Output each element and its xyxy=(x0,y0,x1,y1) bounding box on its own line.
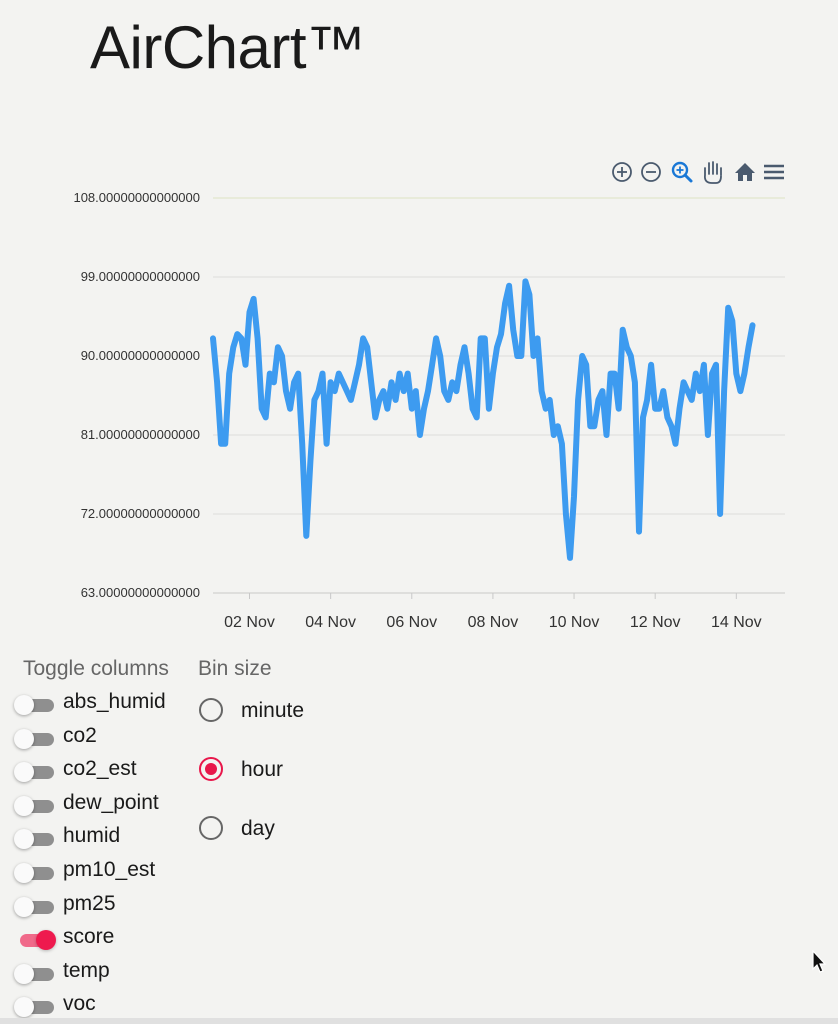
toggle-label: pm10_est xyxy=(63,858,156,881)
toggle-label: humid xyxy=(63,824,121,848)
toggle-switch-abs_humid[interactable] xyxy=(14,695,56,715)
toggle-row-pm25[interactable]: pm25 xyxy=(0,890,190,920)
toggle-thumb xyxy=(14,695,34,715)
radio-button[interactable] xyxy=(199,698,223,722)
toggle-label: score xyxy=(63,925,115,949)
x-tick-label: 04 Nov xyxy=(305,614,356,631)
toggle-label: pm25 xyxy=(63,891,116,915)
toggle-thumb xyxy=(36,930,56,951)
radio-label: minute xyxy=(241,699,305,722)
y-tick-label: 99.00000000000000 xyxy=(81,269,200,284)
toggle-thumb xyxy=(14,997,34,1018)
toggle-row-co2_est[interactable]: co2_est xyxy=(0,755,190,785)
radio-option-hour[interactable]: hour xyxy=(198,753,378,787)
toggle-switch-dew_point[interactable] xyxy=(14,795,56,816)
toggle-thumb xyxy=(14,762,34,783)
x-tick-label: 12 Nov xyxy=(630,614,681,631)
pan-hand-icon[interactable] xyxy=(703,161,722,184)
mouse-pointer-icon xyxy=(812,950,827,973)
toggle-label: dew_point xyxy=(63,790,159,814)
line-chart[interactable]: 108.00000000000000 99.00000000000000 90.00… xyxy=(0,150,838,640)
toggle-switch-voc[interactable] xyxy=(14,997,56,1018)
x-tick-label: 06 Nov xyxy=(386,614,437,631)
selection-zoom-icon[interactable] xyxy=(671,161,693,183)
toggle-row-pm10_est[interactable]: pm10_est xyxy=(0,856,190,886)
toggle-thumb xyxy=(14,829,34,850)
toggle-row-temp[interactable]: temp xyxy=(0,957,190,987)
radio-button[interactable] xyxy=(199,757,223,781)
x-tick-label: 14 Nov xyxy=(711,614,762,631)
toggle-row-co2[interactable]: co2 xyxy=(0,722,190,752)
radio-label: hour xyxy=(241,758,284,781)
toggle-label: co2 xyxy=(63,723,97,747)
toggle-label: temp xyxy=(63,958,110,982)
x-tick-label: 02 Nov xyxy=(224,614,275,631)
y-tick-label: 81.00000000000000 xyxy=(81,427,200,442)
x-tick-label: 08 Nov xyxy=(468,614,519,631)
series-line-score xyxy=(210,278,756,561)
toggle-switch-score[interactable] xyxy=(14,930,56,951)
y-tick-label: 72.00000000000000 xyxy=(81,506,200,521)
y-tick-label: 90.00000000000000 xyxy=(81,348,200,363)
toggle-row-humid[interactable]: humid xyxy=(0,822,190,852)
x-axis: 02 Nov 04 Nov 06 Nov 08 Nov 10 Nov 12 Nov 14 N… xyxy=(224,593,762,631)
toggle-thumb xyxy=(14,963,34,984)
zoom-out-icon[interactable] xyxy=(641,162,661,182)
x-tick-label: 10 Nov xyxy=(549,614,600,631)
toggle-label: co2_est xyxy=(63,757,137,781)
toggle-label: abs_humid xyxy=(63,690,166,713)
toggle-row-abs_humid[interactable]: abs_humid xyxy=(0,688,190,718)
menu-icon[interactable] xyxy=(764,164,784,180)
toggle-switch-temp[interactable] xyxy=(14,963,56,984)
y-axis: 108.00000000000000 99.00000000000000 90.00… xyxy=(73,190,200,600)
horizontal-scrollbar[interactable] xyxy=(0,1018,838,1024)
radio-option-minute[interactable]: minute xyxy=(198,694,378,728)
y-tick-label: 108.00000000000000 xyxy=(73,190,200,205)
radio-button[interactable] xyxy=(199,816,223,840)
toggle-switch-pm25[interactable] xyxy=(14,896,56,917)
toggle-thumb xyxy=(14,896,34,917)
toggle-thumb xyxy=(14,728,34,749)
radio-label: day xyxy=(241,817,275,840)
bin-size-header: Bin size xyxy=(198,657,272,680)
toggle-thumb xyxy=(14,795,34,816)
toggle-switch-pm10_est[interactable] xyxy=(14,863,56,883)
toggle-switch-co2[interactable] xyxy=(14,728,56,749)
toggle-thumb xyxy=(14,863,34,883)
zoom-in-icon[interactable] xyxy=(612,162,632,182)
radio-option-day[interactable]: day xyxy=(198,812,378,846)
toggle-switch-humid[interactable] xyxy=(14,829,56,850)
toggle-row-score[interactable]: score xyxy=(0,923,190,953)
toggle-columns-header: Toggle columns xyxy=(23,657,169,680)
y-tick-label: 63.00000000000000 xyxy=(81,585,200,600)
chart-toolbar xyxy=(612,161,784,184)
toggle-row-voc[interactable]: voc xyxy=(0,990,190,1020)
toggle-switch-co2_est[interactable] xyxy=(14,762,56,783)
home-reset-icon[interactable] xyxy=(735,163,755,181)
toggle-label: voc xyxy=(63,992,96,1016)
app-title: AirChart™ xyxy=(90,14,366,81)
toggle-row-dew_point[interactable]: dew_point xyxy=(0,789,190,819)
